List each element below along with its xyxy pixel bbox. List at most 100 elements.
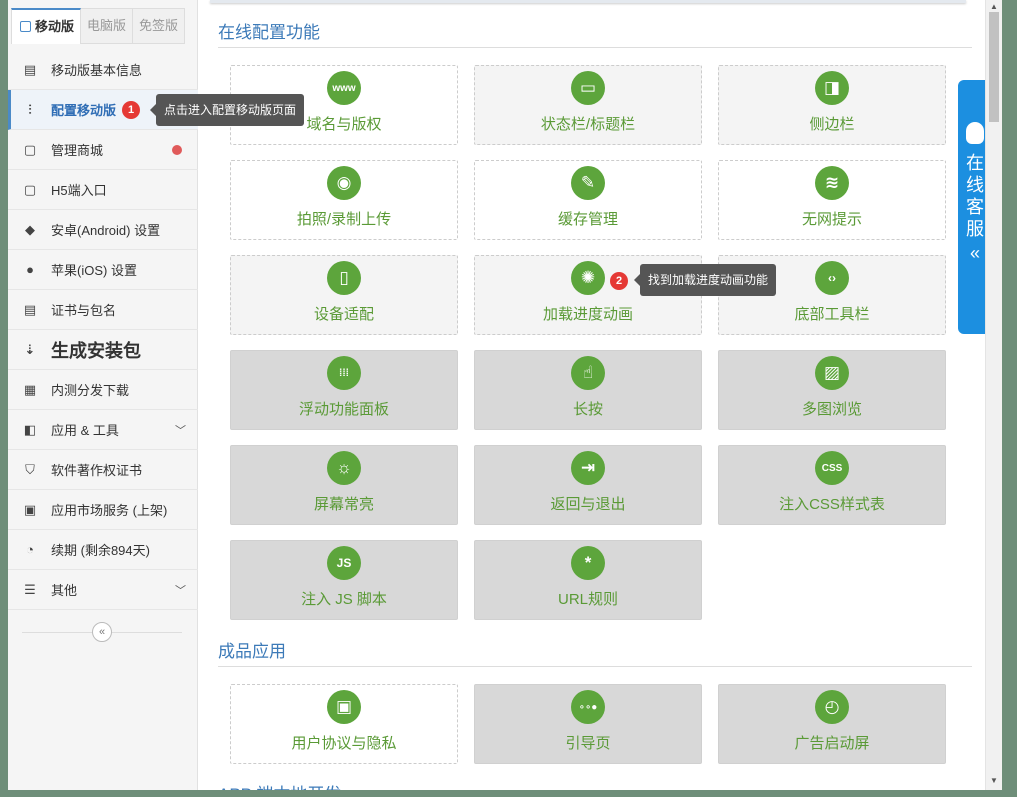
sidebar-item-8[interactable]: ▦ 内测分发下载 bbox=[8, 370, 198, 410]
sidebar-item-label: 证书与包名 bbox=[51, 303, 117, 318]
no-wifi-icon: ≋ bbox=[815, 166, 849, 200]
tooltip-config-mobile: 点击进入配置移动版页面 bbox=[149, 94, 305, 126]
feature-card[interactable]: CSS 注入CSS样式表 bbox=[718, 445, 946, 525]
feature-card[interactable]: ☼ 屏幕常亮 bbox=[230, 445, 458, 525]
collapse-divider: « bbox=[22, 622, 182, 642]
bag-icon: ▢ bbox=[23, 141, 37, 157]
sidebar-item-label: 内测分发下载 bbox=[51, 383, 130, 398]
feature-card-label: 缓存管理 bbox=[557, 211, 618, 228]
feature-card[interactable]: JS 注入 JS 脚本 bbox=[230, 540, 458, 620]
scroll-up-icon[interactable]: ▲ bbox=[990, 2, 998, 11]
feature-card[interactable]: ◉ 拍照/录制上传 bbox=[230, 160, 458, 240]
sidebar-icon: ◨ bbox=[815, 71, 849, 105]
spinner-icon: ✺ bbox=[571, 261, 605, 295]
section-title-apps: 成品应用 bbox=[218, 637, 972, 667]
sidebar-item-label: 管理商城 bbox=[51, 143, 104, 158]
feature-card[interactable]: ▨ 多图浏览 bbox=[718, 350, 946, 430]
sidebar-item-4[interactable]: ◆ 安卓(Android) 设置 bbox=[8, 210, 198, 250]
sidebar-item-9[interactable]: ◧ 应用 & 工具 ﹀ bbox=[8, 410, 198, 450]
shield-icon: ⛉ bbox=[25, 461, 35, 477]
feature-card[interactable]: ▭ 状态栏/标题栏 bbox=[474, 65, 702, 145]
sidebar-item-11[interactable]: ▣ 应用市场服务 (上架) bbox=[8, 490, 198, 530]
sidebar-item-0[interactable]: ▤ 移动版基本信息 bbox=[8, 50, 198, 90]
sidebar-item-13[interactable]: ☰ 其他 ﹀ bbox=[8, 570, 198, 610]
app-window: 移动版 电脑版 免签版 ▤ 移动版基本信息 ⫶ 配置移动版 1 ▢ 管理商城 ▢ H5端入口 ◆ 安… bbox=[8, 0, 993, 790]
scrollbar-thumb[interactable] bbox=[989, 12, 999, 122]
sidebar-item-label: 续期 (剩余894天) bbox=[51, 543, 150, 558]
sidebar-item-label: 应用 & 工具 bbox=[51, 423, 119, 438]
feature-card-label: 注入CSS样式表 bbox=[779, 496, 885, 513]
feature-card[interactable]: ≋ 无网提示 bbox=[718, 160, 946, 240]
sidebar-item-label: 安卓(Android) 设置 bbox=[51, 223, 161, 238]
feature-card-label: 拍照/录制上传 bbox=[296, 211, 392, 228]
sidebar-item-label: 配置移动版 bbox=[51, 103, 117, 118]
sun-icon: ☼ bbox=[327, 451, 361, 485]
feature-card-label: 加载进度动画 bbox=[542, 306, 633, 323]
apps-icon: ◧ bbox=[23, 421, 37, 437]
js-icon: JS bbox=[327, 546, 361, 580]
sidebar-item-label: H5端入口 bbox=[51, 183, 107, 198]
sidebar-item-7[interactable]: ⇣ 生成安装包 bbox=[8, 330, 198, 370]
sliders-icon: ⫶ bbox=[28, 101, 32, 117]
sidebar-item-10[interactable]: ⛉ 软件著作权证书 bbox=[8, 450, 198, 490]
feature-card-label: 注入 JS 脚本 bbox=[301, 591, 387, 608]
notification-dot bbox=[172, 145, 182, 155]
sidebar-menu: ▤ 移动版基本信息 ⫶ 配置移动版 1 ▢ 管理商城 ▢ H5端入口 ◆ 安卓(Android) 设… bbox=[8, 50, 198, 610]
feature-card[interactable]: ◴ 广告启动屏 bbox=[718, 684, 946, 764]
exit-icon: ⇥ bbox=[571, 451, 605, 485]
feature-card-label: 返回与退出 bbox=[550, 496, 626, 513]
feature-card[interactable]: ✎ 缓存管理 bbox=[474, 160, 702, 240]
scrollbar[interactable]: ▲ ▼ bbox=[985, 0, 1002, 790]
tooltip-loading-animation: 找到加载进度动画功能 bbox=[633, 264, 777, 296]
image-icon: ▨ bbox=[815, 356, 849, 390]
code-icon: ‹› bbox=[815, 261, 849, 295]
feature-card-label: 用户协议与隐私 bbox=[291, 735, 397, 752]
www-icon: www bbox=[327, 71, 361, 105]
timer-icon: ◴ bbox=[815, 690, 849, 724]
feature-grid: www 域名与版权 ▭ 状态栏/标题栏 ◨ 侧边栏 ◉ 拍照/录制上传 ✎ 缓存管理 ≋ 无网提示 ▯ 设… bbox=[230, 65, 946, 620]
feature-card[interactable]: ☝ 长按 bbox=[474, 350, 702, 430]
dots-icon: ∘∘● bbox=[571, 690, 605, 724]
feature-card[interactable]: ⁞⁞⁞ 浮动功能面板 bbox=[230, 350, 458, 430]
feature-card[interactable]: ▣ 用户协议与隐私 bbox=[230, 684, 458, 764]
menu-icon: ☰ bbox=[24, 581, 36, 597]
sidebar-item-label: 软件著作权证书 bbox=[51, 463, 143, 478]
qq-icon bbox=[966, 122, 984, 144]
feature-card-label: 底部工具栏 bbox=[794, 306, 870, 323]
hand-icon: ☝ bbox=[571, 356, 605, 390]
feature-card[interactable]: * URL规则 bbox=[474, 540, 702, 620]
sidebar-item-label: 其他 bbox=[51, 583, 78, 598]
sidebar-item-5[interactable]: ● 苹果(iOS) 设置 bbox=[8, 250, 198, 290]
qr-icon: ▦ bbox=[23, 381, 37, 397]
main-content: 在线配置功能 www 域名与版权 ▭ 状态栏/标题栏 ◨ 侧边栏 ◉ 拍照/录制上传 ✎ 缓存管理… bbox=[198, 0, 974, 790]
certificate-icon: ▤ bbox=[23, 301, 37, 317]
mobile-icon bbox=[20, 21, 31, 32]
feature-card[interactable]: ⇥ 返回与退出 bbox=[474, 445, 702, 525]
feature-card-label: 设备适配 bbox=[313, 306, 374, 323]
sidebar-item-2[interactable]: ▢ 管理商城 bbox=[8, 130, 198, 170]
collapse-sidebar-icon[interactable]: « bbox=[92, 622, 112, 642]
document-icon: ▤ bbox=[23, 61, 37, 77]
feature-card[interactable]: ◨ 侧边栏 bbox=[718, 65, 946, 145]
feature-card-label: 状态栏/标题栏 bbox=[540, 116, 636, 133]
sidebar-item-label: 移动版基本信息 bbox=[51, 63, 143, 78]
feature-card-label: 屏幕常亮 bbox=[313, 496, 374, 513]
apple-icon: ● bbox=[26, 261, 34, 277]
sidebar-item-6[interactable]: ▤ 证书与包名 bbox=[8, 290, 198, 330]
scroll-down-icon[interactable]: ▼ bbox=[990, 776, 998, 785]
feature-card[interactable]: ▯ 设备适配 bbox=[230, 255, 458, 335]
feature-card-label: 侧边栏 bbox=[809, 116, 855, 133]
tab-free-sign[interactable]: 免签版 bbox=[133, 8, 186, 44]
sidebar-item-3[interactable]: ▢ H5端入口 bbox=[8, 170, 198, 210]
devices-icon: ▯ bbox=[327, 261, 361, 295]
version-tabs: 移动版 电脑版 免签版 bbox=[11, 8, 186, 44]
sidebar-item-12[interactable]: ◔ 续期 (剩余894天) bbox=[8, 530, 198, 570]
sidebar-item-label: 应用市场服务 (上架) bbox=[51, 503, 168, 518]
feature-card[interactable]: ∘∘● 引导页 bbox=[474, 684, 702, 764]
step-2-badge: 2 bbox=[610, 271, 628, 290]
feature-card-label: 多图浏览 bbox=[801, 401, 862, 418]
tab-mobile[interactable]: 移动版 bbox=[11, 8, 82, 44]
broom-icon: ✎ bbox=[571, 166, 605, 200]
tab-pc[interactable]: 电脑版 bbox=[81, 8, 134, 44]
store-icon: ▣ bbox=[23, 501, 37, 517]
